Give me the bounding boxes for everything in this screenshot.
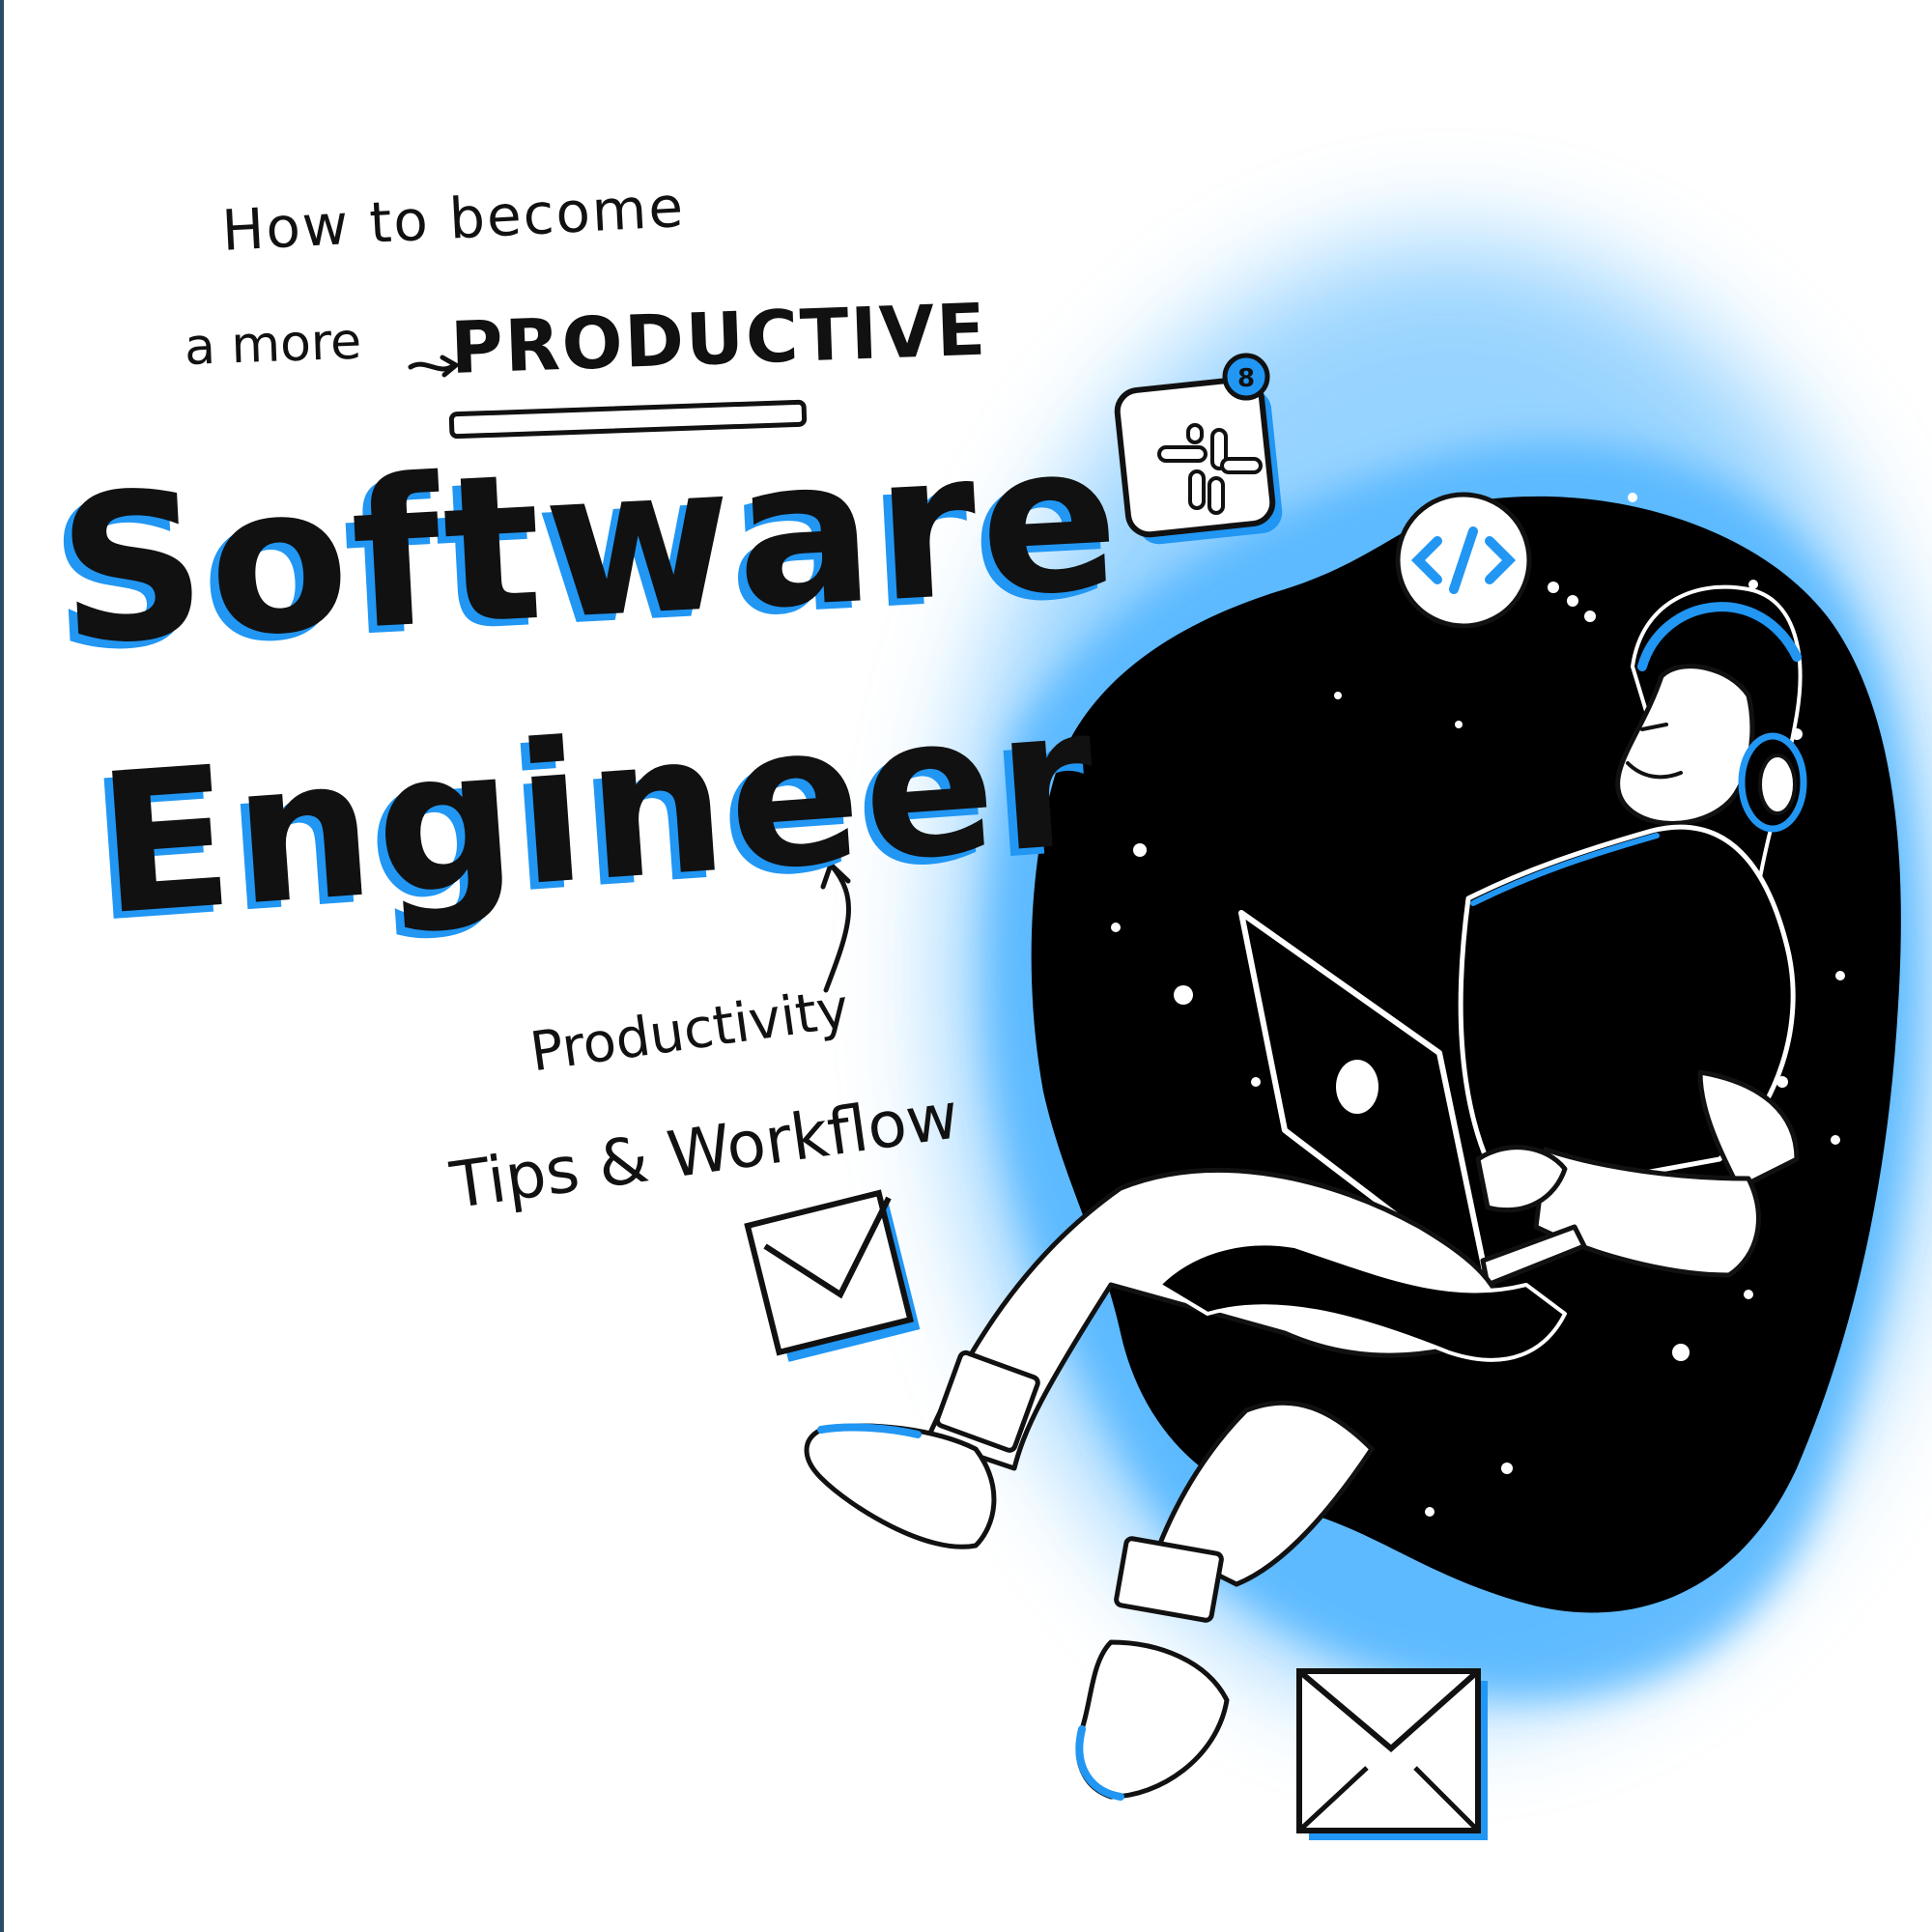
heading-line-2: a more bbox=[184, 312, 363, 377]
illustration-canvas: 8 How to become a more PRODUCTIVE Softwa… bbox=[0, 0, 1932, 1932]
envelope-icon bbox=[1296, 1668, 1488, 1840]
notification-badge: 8 bbox=[1237, 364, 1255, 393]
envelope-icon bbox=[744, 1189, 921, 1362]
slack-tile: 8 bbox=[1114, 353, 1283, 545]
